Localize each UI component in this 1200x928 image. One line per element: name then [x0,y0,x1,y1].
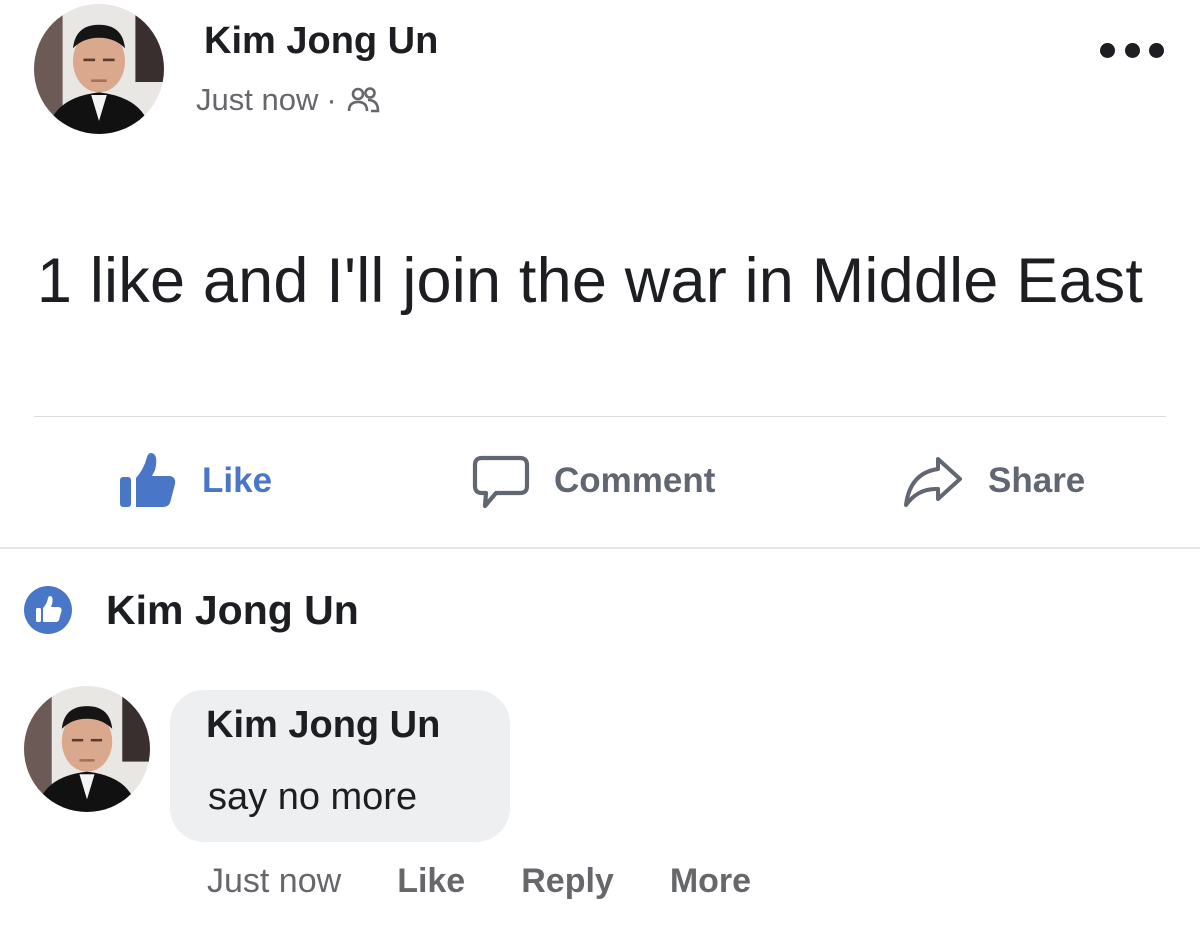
reactions-summary[interactable]: Kim Jong Un [24,580,359,640]
commenter-avatar[interactable] [24,686,150,812]
post-meta: Just now · [196,82,381,118]
comment-button[interactable]: Comment [470,446,715,516]
dot [1100,42,1115,58]
comment-reply-link[interactable]: Reply [521,862,614,901]
divider [0,547,1200,549]
comment-icon [472,455,530,509]
like-label: Like [202,461,273,500]
post-author-avatar[interactable] [34,4,164,134]
comment-label: Comment [554,461,716,500]
post-author-name[interactable]: Kim Jong Un [204,20,438,63]
post-timestamp[interactable]: Just now [196,82,318,118]
comment-like-link[interactable]: Like [397,862,465,901]
more-options-icon[interactable] [1100,30,1164,70]
divider [34,416,1166,417]
dot [1149,42,1164,58]
share-button[interactable]: Share [900,446,1085,516]
reactor-name[interactable]: Kim Jong Un [106,587,359,634]
comment-timestamp[interactable]: Just now [207,862,341,901]
comment-actions: Just now Like Reply More [207,862,807,901]
post-text: 1 like and I'll join the war in Middle E… [36,246,1144,316]
thumbs-up-icon [120,453,176,507]
share-icon [904,457,962,507]
friends-icon[interactable] [347,85,381,115]
share-label: Share [988,461,1086,500]
comment-more-link[interactable]: More [670,862,751,901]
profile-photo-icon [24,686,150,812]
meta-separator: · [326,82,337,117]
profile-photo-icon [34,4,164,134]
dot [1124,42,1140,58]
like-badge-icon [24,586,72,634]
comment-text: say no more [208,776,418,818]
comment-author-name[interactable]: Kim Jong Un [206,704,440,747]
like-button[interactable]: Like [116,446,272,516]
